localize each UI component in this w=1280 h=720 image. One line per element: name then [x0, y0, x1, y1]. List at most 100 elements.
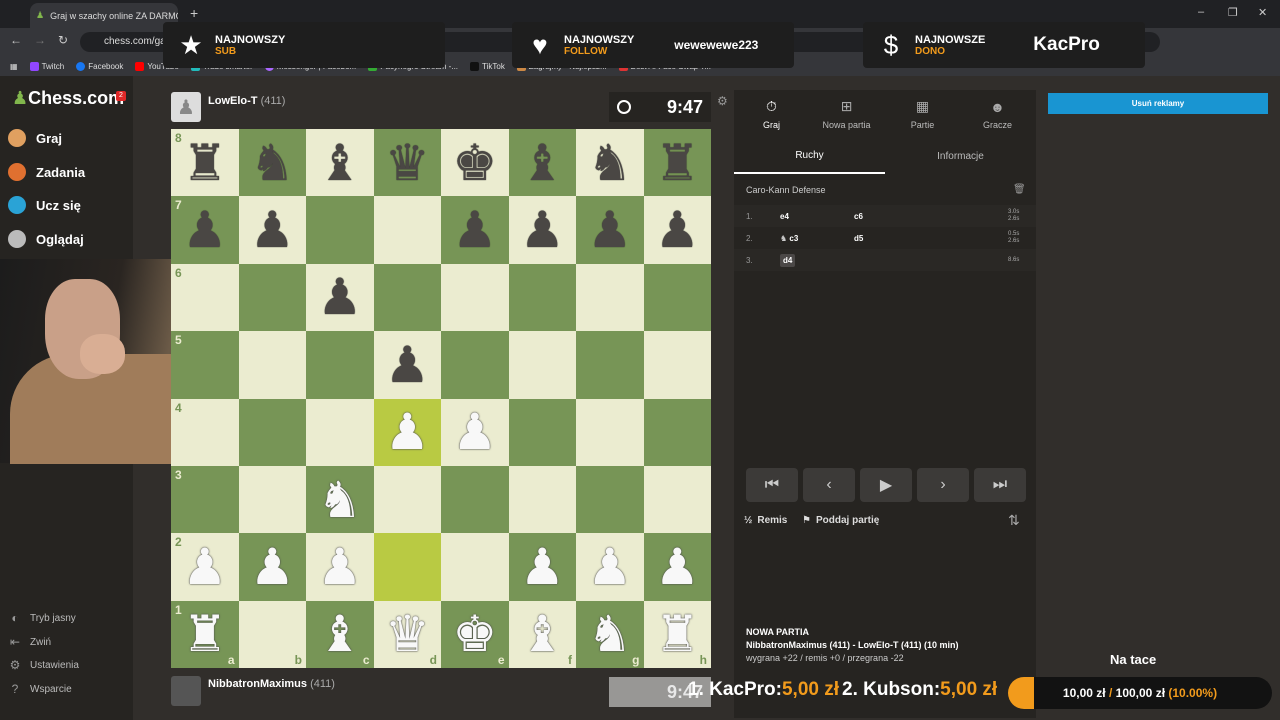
- square-e2[interactable]: [441, 533, 509, 601]
- player-name[interactable]: NibbatronMaximus (411): [208, 678, 335, 690]
- white-bishop-icon[interactable]: ♝: [317, 609, 362, 659]
- white-king-icon[interactable]: ♚: [452, 609, 497, 659]
- move-white[interactable]: d4: [764, 253, 838, 267]
- black-pawn-icon[interactable]: ♟: [317, 272, 362, 322]
- sidebar-item-graj[interactable]: Graj: [8, 126, 62, 150]
- black-pawn-icon[interactable]: ♟: [452, 205, 497, 255]
- flip-board-icon[interactable]: ⇅: [1008, 512, 1020, 529]
- square-h4[interactable]: [643, 398, 711, 466]
- play-button[interactable]: ▶: [860, 468, 912, 502]
- back-icon[interactable]: ←: [10, 33, 22, 47]
- square-h7[interactable]: ♟: [643, 196, 711, 264]
- sidebar-light-mode[interactable]: ◐ Tryb jasny: [8, 609, 75, 627]
- square-d5[interactable]: ♟: [373, 331, 441, 399]
- square-b1[interactable]: b: [238, 600, 306, 669]
- square-c6[interactable]: ♟: [306, 263, 374, 332]
- square-d3[interactable]: [373, 465, 441, 534]
- tab-nowa-partia[interactable]: ⊞ Nowa partia: [809, 90, 884, 138]
- square-c3[interactable]: ♞: [306, 465, 374, 534]
- white-pawn-icon[interactable]: ♟: [587, 542, 632, 592]
- bookmark-facebook[interactable]: Facebook: [76, 61, 123, 71]
- square-g1[interactable]: ♞ g: [576, 600, 644, 669]
- square-e4[interactable]: ♟: [441, 398, 509, 466]
- square-a3[interactable]: 3: [171, 465, 239, 534]
- square-g6[interactable]: [576, 263, 644, 332]
- square-h5[interactable]: [643, 331, 711, 399]
- bookmark-tiktok[interactable]: TikTok: [470, 61, 505, 71]
- black-queen-icon[interactable]: ♛: [385, 138, 430, 188]
- square-e8[interactable]: ♚: [441, 129, 509, 197]
- black-pawn-icon[interactable]: ♟: [587, 205, 632, 255]
- forward-icon[interactable]: →: [34, 33, 46, 47]
- square-a2[interactable]: ♟ 2: [171, 533, 239, 601]
- square-c2[interactable]: ♟: [306, 533, 374, 601]
- white-knight-icon[interactable]: ♞: [317, 475, 362, 525]
- black-pawn-icon[interactable]: ♟: [520, 205, 565, 255]
- square-e1[interactable]: ♚ e: [441, 600, 509, 669]
- square-h6[interactable]: [643, 263, 711, 332]
- browser-tab[interactable]: ♟ Graj w szachy online ZA DARMO ✕: [30, 3, 178, 28]
- chess-logo[interactable]: ♟Chess.com: [12, 88, 124, 109]
- square-a4[interactable]: 4: [171, 398, 239, 466]
- square-g2[interactable]: ♟: [576, 533, 644, 601]
- square-b8[interactable]: ♞: [238, 129, 306, 197]
- square-d1[interactable]: ♛ d: [373, 600, 441, 669]
- white-bishop-icon[interactable]: ♝: [520, 609, 565, 659]
- square-f5[interactable]: [508, 331, 576, 399]
- square-d8[interactable]: ♛: [373, 129, 441, 197]
- prev-move-button[interactable]: ‹: [803, 468, 855, 502]
- black-pawn-icon[interactable]: ♟: [182, 205, 227, 255]
- settings-gear-icon[interactable]: ⚙: [717, 94, 728, 108]
- square-f2[interactable]: ♟: [508, 533, 576, 601]
- move-black[interactable]: c6: [838, 212, 912, 221]
- last-move-button[interactable]: ⏭: [974, 468, 1026, 502]
- black-pawn-icon[interactable]: ♟: [385, 340, 430, 390]
- square-a5[interactable]: 5: [171, 331, 239, 399]
- square-f6[interactable]: [508, 263, 576, 332]
- black-knight-icon[interactable]: ♞: [250, 138, 295, 188]
- square-b3[interactable]: [238, 465, 306, 534]
- white-knight-icon[interactable]: ♞: [587, 609, 632, 659]
- white-pawn-icon[interactable]: ♟: [520, 542, 565, 592]
- sidebar-item-zadania[interactable]: Zadania: [8, 160, 85, 184]
- square-e5[interactable]: [441, 331, 509, 399]
- bookmark-twitch[interactable]: Twitch: [29, 61, 64, 71]
- square-a6[interactable]: 6: [171, 263, 239, 332]
- chess-board[interactable]: ♜ 8 ♞ ♝ ♛ ♚ ♝ ♞ ♜ ♟ 7 ♟ ♟ ♟ ♟ ♟ 6 ♟ 5 ♟ 4 ♟ ♟ 3 ♞ ♟ 2 ♟ ♟ ♟ ♟ ♟ ♜ 1 a b ♝ c ♛ d…: [171, 129, 711, 669]
- square-f3[interactable]: [508, 465, 576, 534]
- move-black[interactable]: d5: [838, 234, 912, 243]
- white-rook-icon[interactable]: ♜: [182, 609, 227, 659]
- square-f4[interactable]: [508, 398, 576, 466]
- square-d2[interactable]: [373, 533, 441, 601]
- sidebar-item-ucz-sie[interactable]: Ucz się: [8, 193, 81, 217]
- square-f8[interactable]: ♝: [508, 129, 576, 197]
- square-g4[interactable]: [576, 398, 644, 466]
- tab-informacje[interactable]: Informacje: [885, 138, 1036, 174]
- opponent-name[interactable]: LowElo-T (411): [208, 95, 285, 107]
- draw-button[interactable]: ½ Remis: [744, 515, 787, 526]
- first-move-button[interactable]: ⏮: [746, 468, 798, 502]
- square-e6[interactable]: [441, 263, 509, 332]
- square-b5[interactable]: [238, 331, 306, 399]
- white-pawn-icon[interactable]: ♟: [182, 542, 227, 592]
- white-pawn-icon[interactable]: ♟: [250, 542, 295, 592]
- white-pawn-icon[interactable]: ♟: [655, 542, 700, 592]
- white-pawn-icon[interactable]: ♟: [317, 542, 362, 592]
- square-f1[interactable]: ♝ f: [508, 600, 576, 669]
- square-h2[interactable]: ♟: [643, 533, 711, 601]
- square-h1[interactable]: ♜ h: [643, 600, 711, 669]
- opponent-avatar[interactable]: ♟: [171, 92, 201, 122]
- white-pawn-icon[interactable]: ♟: [385, 407, 430, 457]
- square-a1[interactable]: ♜ 1 a: [171, 600, 239, 669]
- square-c8[interactable]: ♝: [306, 129, 374, 197]
- tab-partie[interactable]: ▦ Partie: [885, 90, 960, 138]
- square-c4[interactable]: [306, 398, 374, 466]
- square-d7[interactable]: [373, 196, 441, 264]
- apps-icon[interactable]: ▦: [10, 62, 18, 71]
- square-b2[interactable]: ♟: [238, 533, 306, 601]
- square-c5[interactable]: [306, 331, 374, 399]
- black-king-icon[interactable]: ♚: [452, 138, 497, 188]
- square-b7[interactable]: ♟: [238, 196, 306, 264]
- white-pawn-icon[interactable]: ♟: [452, 407, 497, 457]
- black-rook-icon[interactable]: ♜: [182, 138, 227, 188]
